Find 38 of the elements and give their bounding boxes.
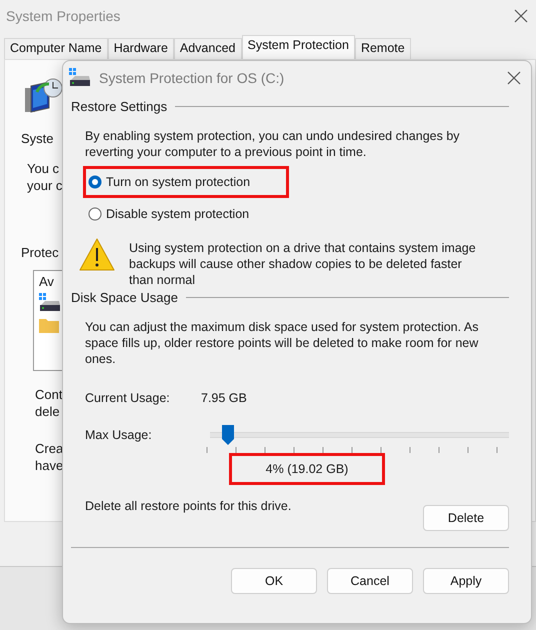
tab[interactable]: System Protection (242, 35, 355, 59)
folder-icon (39, 317, 59, 333)
radio-option[interactable]: Turn on system protection (83, 166, 289, 198)
drive-icon (69, 68, 91, 88)
description-text: Delete all restore points for this drive. (85, 499, 292, 515)
tab[interactable]: Computer Name (4, 38, 108, 59)
dialog-button[interactable]: Cancel (327, 568, 413, 594)
field-label: Max Usage: (85, 428, 153, 442)
dialog-title: System Protection for OS (C:) (99, 70, 286, 86)
description-text: Crea (35, 441, 64, 456)
window-title: System Properties (6, 8, 120, 24)
close-icon[interactable] (514, 9, 528, 23)
group-heading: Restore Settings (71, 99, 168, 114)
usage-value: 7.95 GB (201, 391, 247, 405)
description-text: By enabling system protection, you can undo undesired changes by reverting your computer to a previous point in time. (84, 128, 461, 160)
description-text: your c (27, 178, 62, 193)
delete-button[interactable]: Delete (423, 505, 509, 531)
description-text: You can adjust the maximum disk space used for system protection. As space fills up, older restore points will be deleted to make room for new ones. (84, 319, 480, 367)
warning-icon (79, 238, 115, 272)
description-text: have (35, 458, 64, 473)
tab[interactable]: Remote (354, 38, 411, 59)
column-header: Av (39, 274, 55, 289)
radio-option[interactable]: Disable system protection (83, 198, 289, 230)
tab[interactable]: Advanced (174, 38, 242, 59)
dialog-button[interactable]: OK (231, 568, 317, 594)
description-text: dele (35, 404, 61, 419)
drive-icon (39, 293, 61, 313)
section-label: Protec (21, 245, 59, 260)
section-heading: Syste (21, 131, 54, 146)
tab[interactable]: Hardware (108, 38, 174, 59)
close-icon[interactable] (507, 71, 521, 85)
slider-thumb[interactable] (222, 425, 234, 445)
usage-reading: 4% (19.02 GB) (229, 453, 385, 485)
dialog-button[interactable]: Apply (423, 568, 509, 594)
field-label: Current Usage: (85, 391, 171, 405)
description-text: Cont (35, 387, 62, 402)
description-text: You c (27, 161, 60, 176)
warning-text: Using system protection on a drive that contains system image backups will cause other shadow copies to be deleted faster than normal (129, 240, 477, 288)
